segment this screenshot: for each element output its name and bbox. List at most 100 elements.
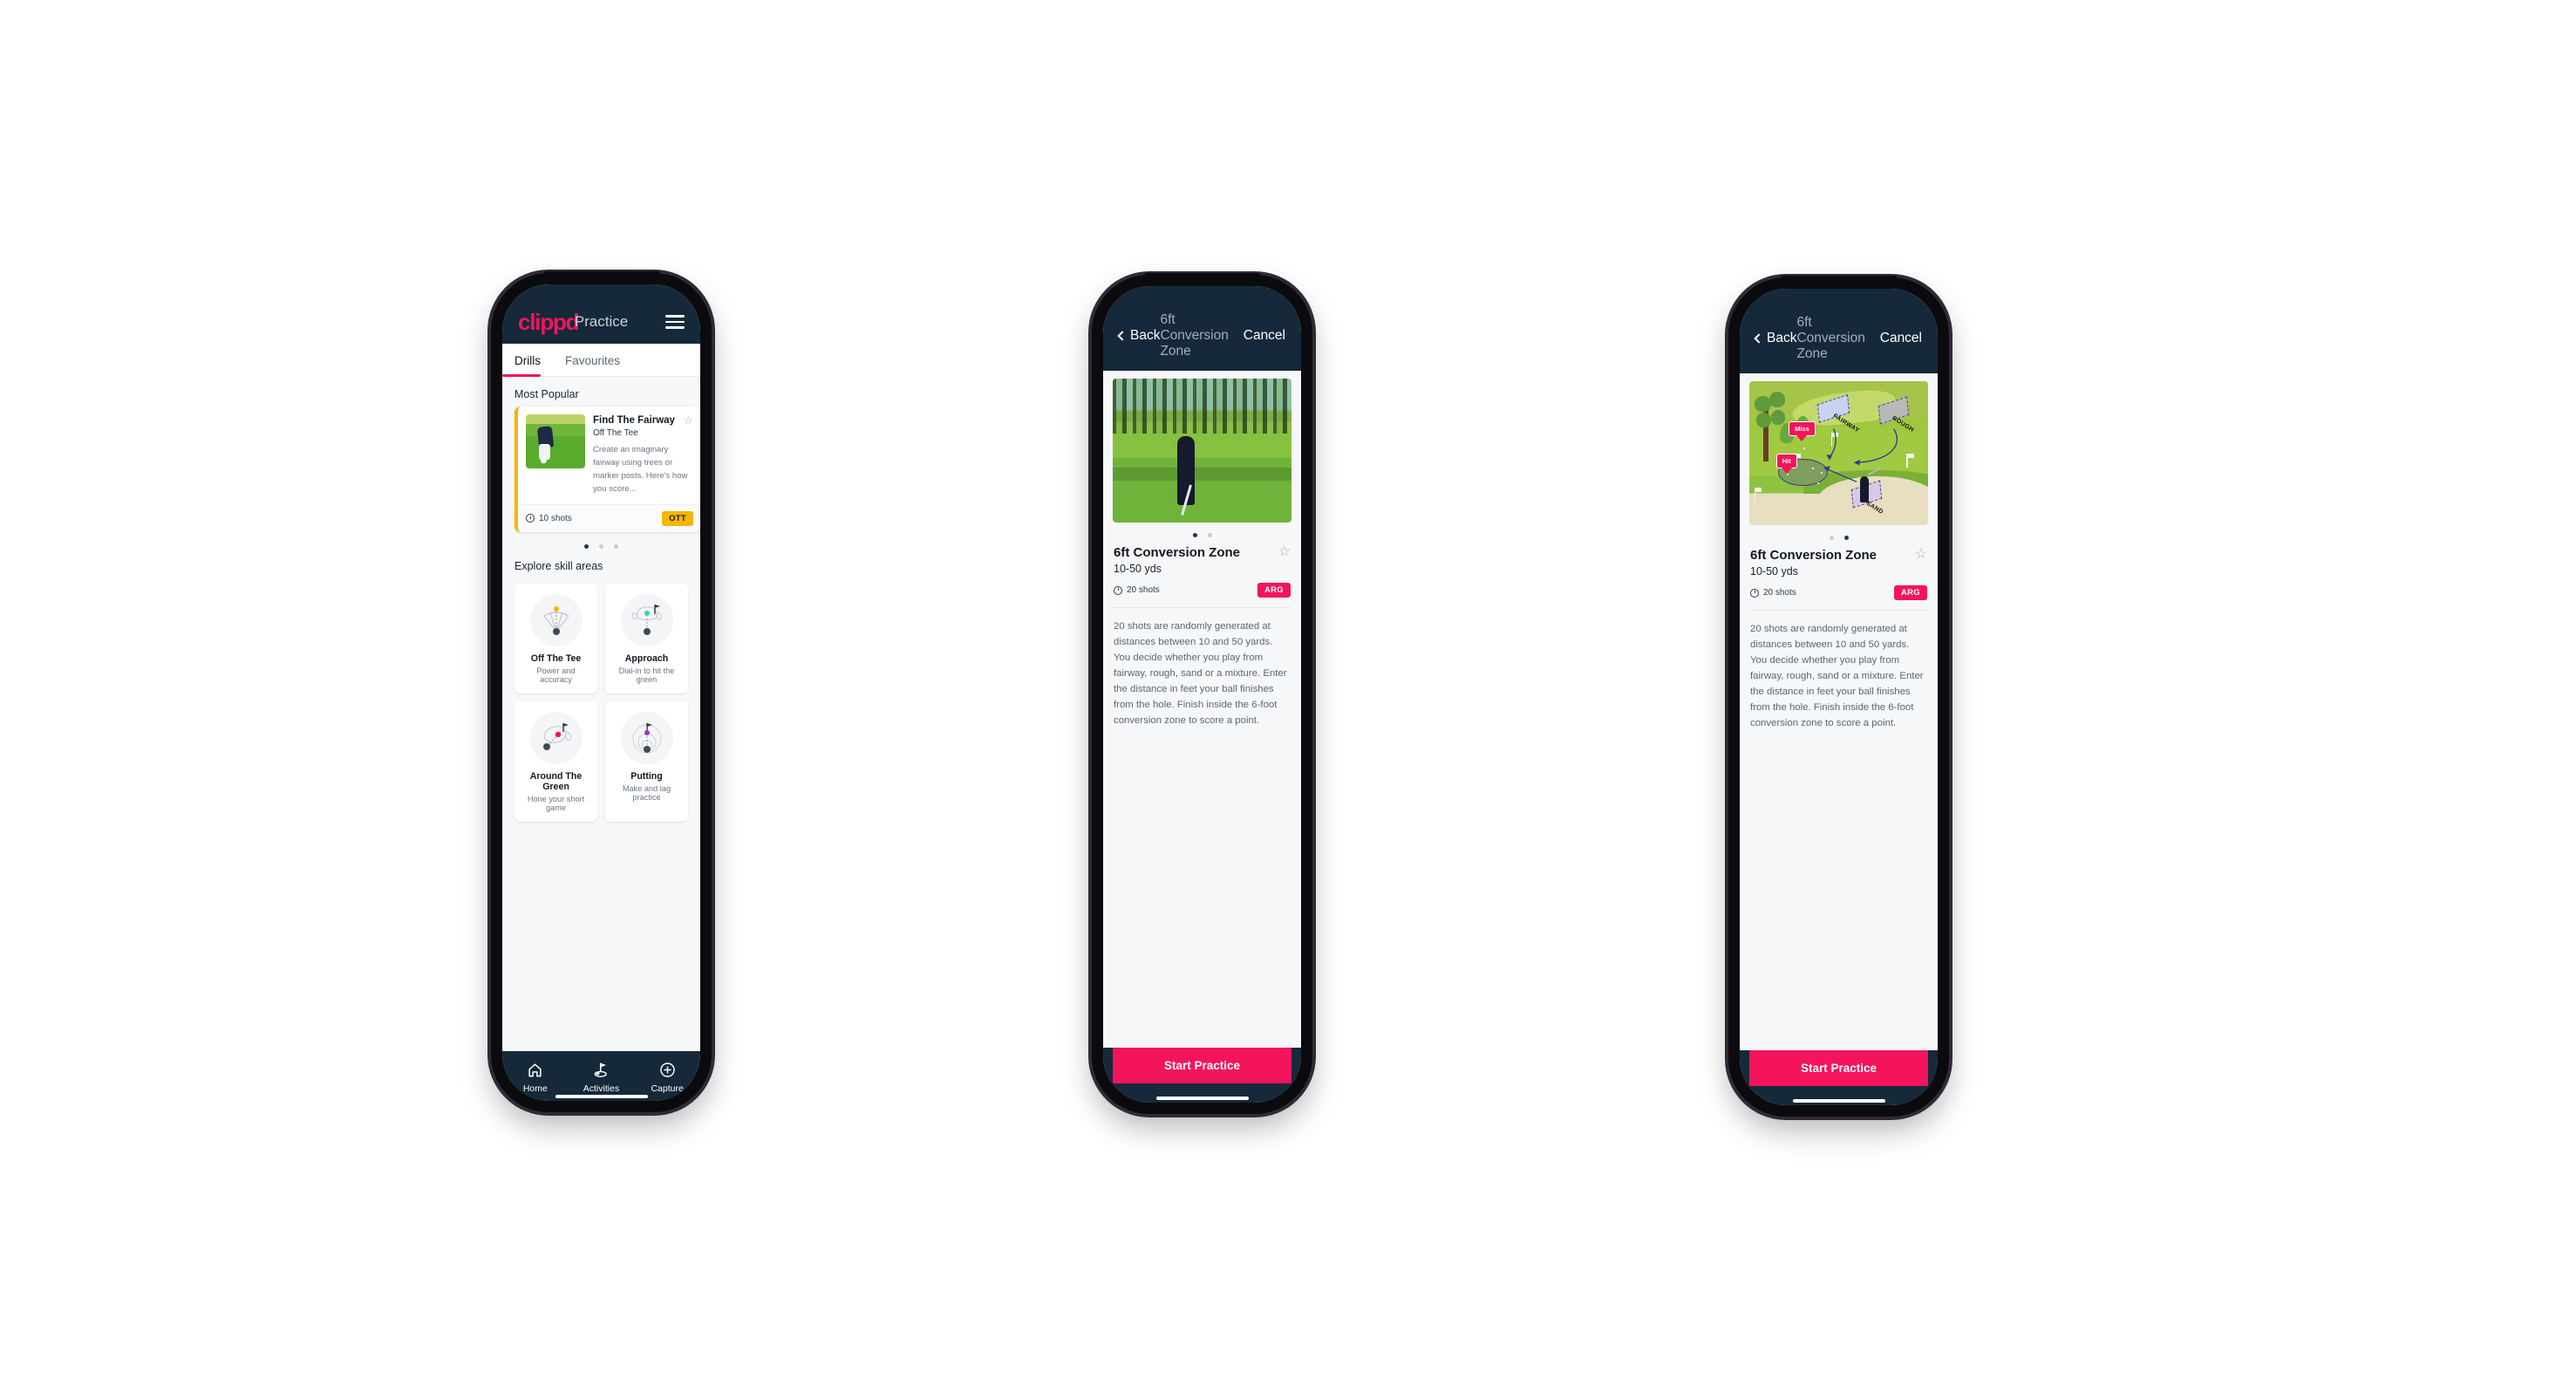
carousel-dots — [1749, 525, 1928, 548]
home-indicator — [1155, 1097, 1249, 1100]
drill-card-top: Find The Fairway Off The Tee ☆ Create an… — [518, 407, 700, 504]
nav-item-activities[interactable]: Activities — [569, 1062, 634, 1094]
carousel-dot[interactable] — [1843, 536, 1849, 540]
nav-item-capture[interactable]: Capture — [635, 1062, 700, 1094]
illus-shot-arrows — [1823, 428, 1898, 482]
hero-media[interactable] — [1113, 379, 1291, 523]
hamburger-bar — [665, 320, 685, 324]
screen-drill-detail: Back 6ft Conversion Zone Cancel 6ft Conv… — [1103, 286, 1301, 1103]
nav-item-home[interactable]: Home — [502, 1062, 568, 1094]
back-label: Back — [1767, 331, 1797, 345]
back-button[interactable]: Back — [1117, 328, 1161, 344]
skill-badge-arg: ARG — [1257, 583, 1291, 598]
detail-header: 6ft Conversion Zone 10-50 yds ☆ — [1749, 548, 1928, 578]
approach-green-icon — [620, 593, 673, 646]
drill-shots-label: 20 shots — [1127, 585, 1160, 595]
drill-card-header: Find The Fairway Off The Tee ☆ — [593, 414, 693, 438]
back-button[interactable]: Back — [1754, 331, 1797, 346]
tab-favourites[interactable]: Favourites — [553, 344, 632, 376]
skill-desc: Hone your short game — [527, 794, 585, 812]
hamburger-icon[interactable] — [665, 315, 685, 329]
nav-bar: Back 6ft Conversion Zone Cancel — [1103, 286, 1301, 371]
home-indicator — [555, 1095, 648, 1098]
clock-icon — [1750, 588, 1759, 598]
home-icon — [528, 1063, 542, 1077]
cta-area: Start Practice — [1740, 1050, 1938, 1105]
hamburger-bar — [665, 315, 685, 318]
drill-description: Create an imaginary fairway using trees … — [593, 445, 688, 494]
skill-desc: Dial-in to hit the green — [618, 666, 675, 684]
drill-thumbnail — [526, 414, 585, 468]
drill-shots: 10 shots — [526, 514, 572, 523]
screen-practice: clippd Practice Drills Favourites Most P… — [502, 284, 700, 1101]
screenshot-stage: clippd Practice Drills Favourites Most P… — [0, 0, 2576, 1387]
skill-badge-ott: OTT — [662, 510, 693, 526]
hamburger-bar — [665, 326, 685, 329]
photo-shadow — [1113, 468, 1291, 482]
cancel-button[interactable]: Cancel — [1244, 328, 1285, 344]
skill-card-putting[interactable]: Putting Make and lag practice — [605, 700, 688, 822]
start-practice-button[interactable]: Start Practice — [1749, 1050, 1928, 1086]
course-illustration: FAIRWAY ROUGH SAND Miss Hit — [1749, 381, 1928, 525]
nav-title: 6ft Conversion Zone — [1796, 315, 1865, 361]
drill-yardage: 10-50 yds — [1114, 563, 1162, 575]
miss-tag: Miss — [1789, 421, 1816, 437]
tab-drills[interactable]: Drills — [502, 344, 553, 377]
drill-photo — [1113, 379, 1291, 523]
carousel-dot[interactable] — [584, 543, 589, 549]
start-practice-button[interactable]: Start Practice — [1113, 1048, 1291, 1083]
carousel-dot[interactable] — [599, 543, 603, 549]
cancel-button[interactable]: Cancel — [1880, 331, 1922, 346]
detail-meta: 20 shots ARG — [1749, 585, 1928, 600]
most-popular-carousel[interactable]: Find The Fairway Off The Tee ☆ Create an… — [502, 407, 700, 532]
photo-trees — [1113, 379, 1291, 434]
nav-label: Home — [522, 1083, 548, 1094]
illus-golfer — [1860, 475, 1870, 502]
tee-fan-icon — [529, 593, 583, 646]
drill-shots-label: 20 shots — [1763, 588, 1796, 598]
skill-name: Approach — [624, 653, 669, 664]
skill-name: Around The Green — [529, 770, 583, 792]
carousel-dot[interactable] — [614, 543, 618, 549]
drill-card[interactable]: Find The Fairway Off The Tee ☆ Create an… — [515, 407, 700, 532]
detail-meta: 20 shots ARG — [1113, 583, 1291, 598]
golf-flag-icon — [594, 1062, 607, 1077]
carousel-dot[interactable] — [1829, 536, 1834, 540]
skill-card-around-the-green[interactable]: Around The Green Hone your short game — [515, 700, 597, 822]
drill-title: Find The Fairway — [593, 415, 675, 426]
drill-shots: 20 shots — [1114, 585, 1160, 595]
skill-card-approach[interactable]: Approach Dial-in to hit the green — [605, 583, 688, 694]
clippd-logo[interactable]: clippd — [518, 311, 580, 333]
star-outline-icon[interactable]: ☆ — [1915, 548, 1927, 562]
detail-header: 6ft Conversion Zone 10-50 yds ☆ — [1113, 545, 1291, 576]
phone-drill-detail-illustration: Back 6ft Conversion Zone Cancel FAIRWAY … — [1728, 276, 1949, 1117]
nav-title: 6ft Conversion Zone — [1160, 312, 1229, 359]
star-outline-icon[interactable]: ☆ — [683, 414, 693, 426]
skill-card-off-the-tee[interactable]: Off The Tee Power and accuracy — [515, 583, 597, 694]
carousel-dot[interactable] — [1207, 533, 1212, 537]
hero-media[interactable]: FAIRWAY ROUGH SAND Miss Hit — [1749, 381, 1928, 525]
practice-content: Most Popular Find The Fairway Off The Te… — [502, 377, 700, 1051]
phone-drill-detail-photo: Back 6ft Conversion Zone Cancel 6ft Conv… — [1092, 273, 1312, 1114]
cta-area: Start Practice — [1103, 1048, 1301, 1103]
chevron-left-icon — [1117, 331, 1128, 341]
home-indicator — [1792, 1099, 1885, 1103]
drill-title: 6ft Conversion Zone — [1750, 548, 1877, 563]
carousel-dots — [502, 532, 700, 552]
back-label: Back — [1130, 328, 1161, 343]
star-outline-icon[interactable]: ☆ — [1278, 545, 1291, 559]
drill-detail-body: 6ft Conversion Zone 10-50 yds ☆ 20 shots… — [1103, 371, 1301, 1048]
drill-shots: 20 shots — [1750, 588, 1796, 598]
skill-name: Off The Tee — [530, 653, 582, 664]
phone-notch — [1144, 273, 1260, 284]
carousel-dot[interactable] — [1192, 533, 1197, 537]
drill-yardage: 10-50 yds — [1750, 565, 1798, 577]
hit-tag: Hit — [1775, 453, 1797, 468]
skill-area-grid: Off The Tee Power and accuracy Approach … — [502, 578, 700, 822]
skill-name: Putting — [630, 770, 663, 782]
clock-icon — [1114, 585, 1122, 595]
nav-label: Capture — [651, 1083, 684, 1094]
phone-notch — [543, 271, 659, 282]
phone-notch — [1781, 276, 1897, 286]
chevron-left-icon — [1754, 333, 1764, 344]
